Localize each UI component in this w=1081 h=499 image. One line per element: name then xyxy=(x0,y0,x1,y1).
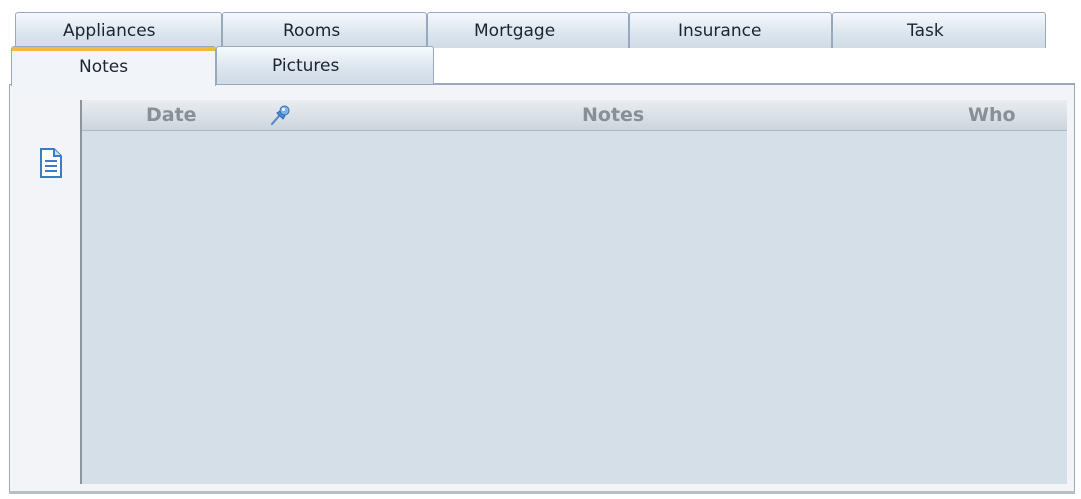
tab-pictures[interactable]: Pictures xyxy=(216,46,434,84)
tab-label: Mortgage xyxy=(474,20,556,41)
grid-body xyxy=(82,131,1067,484)
tab-label: Notes xyxy=(79,56,129,77)
panel-shadow xyxy=(9,491,1075,494)
notes-grid[interactable]: Date Notes Who xyxy=(80,100,1067,484)
tab-rooms[interactable]: Rooms xyxy=(222,12,427,48)
grid-header: Date Notes Who xyxy=(82,100,1067,131)
tab-notes[interactable]: Notes xyxy=(11,46,216,86)
tab-task[interactable]: Task xyxy=(832,12,1046,48)
pin-icon[interactable] xyxy=(268,104,292,126)
tab-insurance[interactable]: Insurance xyxy=(629,12,832,48)
tab-label: Insurance xyxy=(678,20,762,41)
tab-appliances[interactable]: Appliances xyxy=(15,12,222,48)
tab-label: Pictures xyxy=(272,55,340,76)
column-header-who[interactable]: Who xyxy=(968,100,1016,130)
active-tab-indicator xyxy=(12,47,215,51)
tab-label: Appliances xyxy=(63,20,156,41)
tab-label: Task xyxy=(907,20,944,41)
tab-label: Rooms xyxy=(283,20,341,41)
note-document-icon[interactable] xyxy=(38,147,64,179)
tab-control: Appliances Rooms Mortgage Insurance Task… xyxy=(0,0,1081,499)
tab-strip-line xyxy=(434,83,1075,84)
tab-mortgage[interactable]: Mortgage xyxy=(427,12,629,48)
column-header-notes[interactable]: Notes xyxy=(582,100,644,130)
column-header-date[interactable]: Date xyxy=(146,100,197,130)
